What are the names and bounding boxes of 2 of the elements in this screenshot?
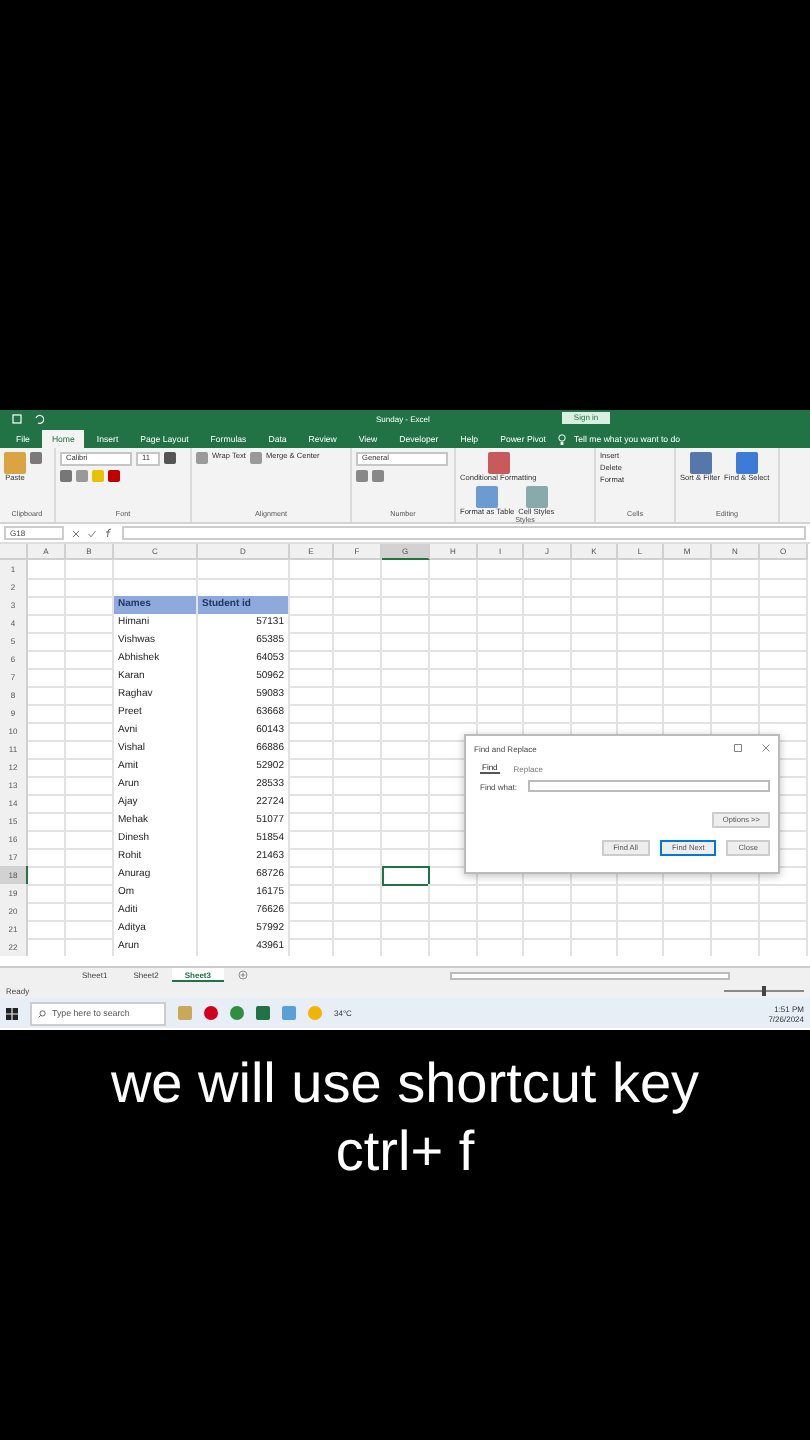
caption-text: we will use shortcut key (110, 1050, 700, 1118)
caption-text: ctrl+ f (335, 1118, 475, 1186)
